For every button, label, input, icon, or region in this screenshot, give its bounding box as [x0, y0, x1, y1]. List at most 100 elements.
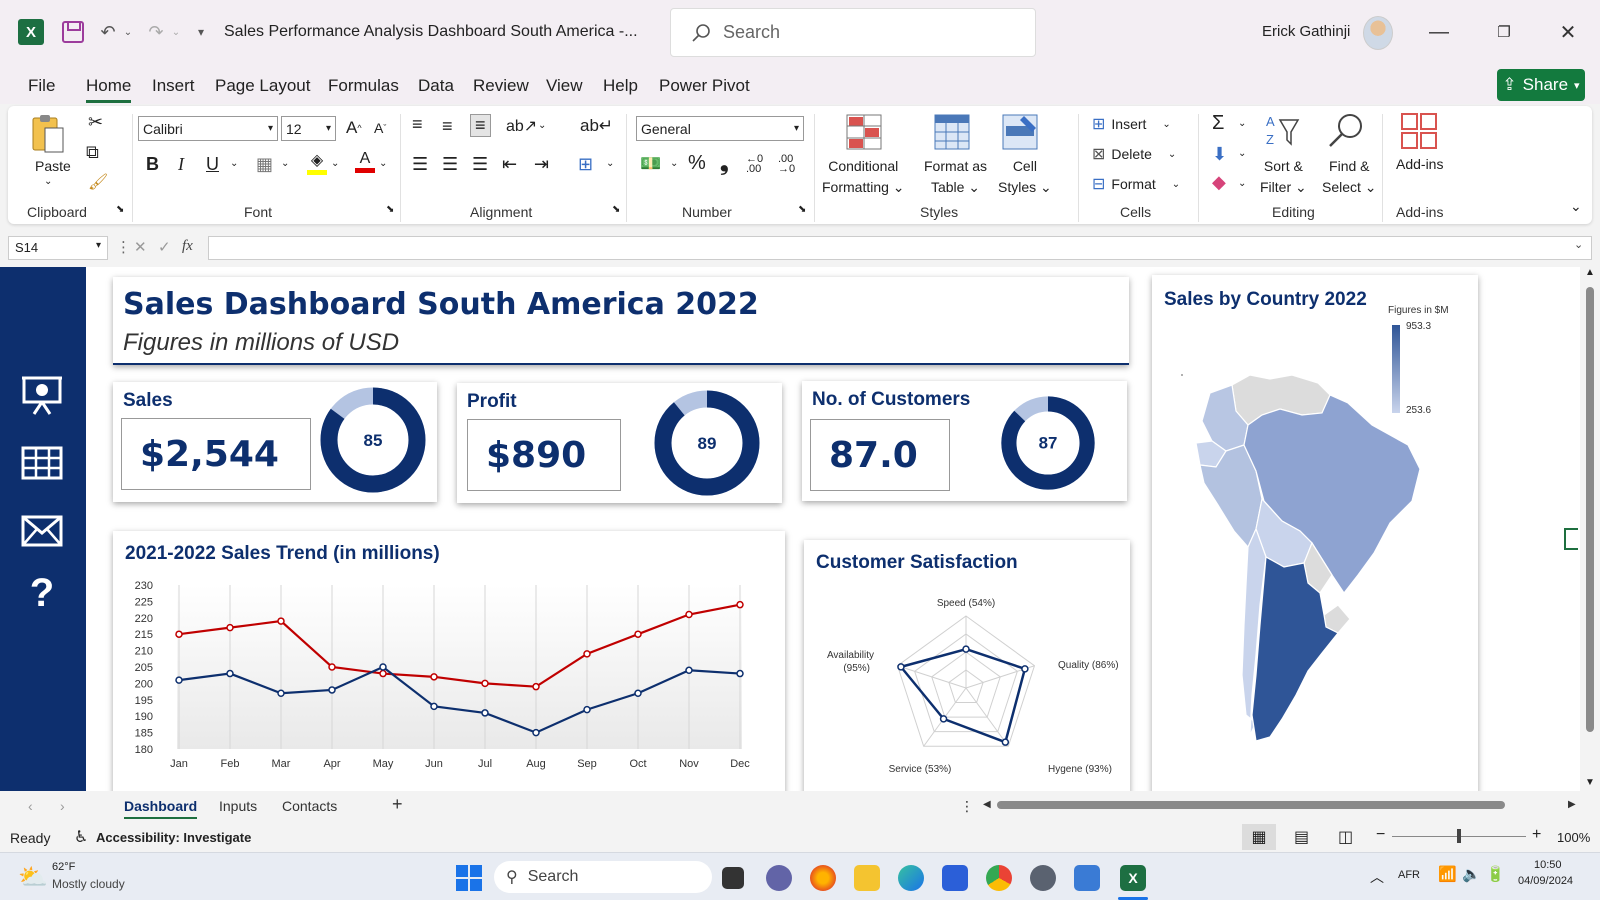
tab-file[interactable]: File	[28, 76, 55, 96]
user-name[interactable]: Erick Gathinji	[1262, 23, 1350, 40]
sort-filter-button[interactable]: Sort & Filter ⌄	[1260, 156, 1307, 198]
orientation-icon[interactable]: ab↗	[506, 116, 537, 136]
windows-start-icon[interactable]	[456, 865, 482, 891]
align-middle-icon[interactable]: ≡	[442, 116, 453, 137]
paste-dropdown-icon[interactable]: ⌄	[44, 176, 52, 187]
number-launcher-icon[interactable]: ⬊	[798, 204, 806, 215]
wifi-icon[interactable]: 📶	[1438, 865, 1457, 883]
photos-icon[interactable]	[1074, 865, 1100, 891]
zoom-slider-thumb[interactable]	[1457, 829, 1461, 843]
table-icon[interactable]	[20, 441, 64, 485]
avatar[interactable]	[1363, 16, 1393, 50]
tab-formulas[interactable]: Formulas	[328, 76, 399, 96]
clear-icon[interactable]: ◆	[1212, 172, 1226, 193]
wrap-text-icon[interactable]: ab↵	[580, 116, 613, 136]
help-icon[interactable]: ?	[20, 571, 64, 615]
borders-dropdown-icon[interactable]: ⌄	[281, 158, 289, 169]
sheet-tab-contacts[interactable]: Contacts	[282, 798, 337, 814]
decrease-indent-icon[interactable]: ⇤	[502, 154, 517, 175]
battery-icon[interactable]: 🔋	[1486, 865, 1505, 883]
find-select-button[interactable]: Find & Select ⌄	[1322, 156, 1377, 198]
ribbon-collapse-icon[interactable]: ⌄	[1570, 198, 1582, 215]
paste-label[interactable]: Paste	[35, 158, 71, 174]
increase-decimal-icon[interactable]: ←0.00	[746, 154, 763, 175]
tabs-more-icon[interactable]: ⋮	[960, 798, 974, 815]
title-search-box[interactable]: Search	[670, 8, 1036, 57]
minimize-icon[interactable]: —	[1424, 18, 1454, 46]
font-name-select[interactable]: Calibri ▾	[138, 116, 278, 141]
format-as-table-button[interactable]: Format as Table ⌄	[924, 156, 987, 198]
cut-icon[interactable]: ✂	[88, 112, 103, 133]
font-launcher-icon[interactable]: ⬊	[386, 204, 394, 215]
expand-formula-icon[interactable]: ⌄	[1574, 238, 1583, 251]
tab-review[interactable]: Review	[473, 76, 529, 96]
page-layout-view-icon[interactable]: ▤	[1294, 827, 1309, 847]
accessibility-status[interactable]: Accessibility: Investigate	[96, 830, 251, 845]
scroll-down-icon[interactable]: ▼	[1585, 777, 1595, 788]
font-color-dropdown-icon[interactable]: ⌄	[379, 158, 387, 169]
edge-icon[interactable]	[898, 865, 924, 891]
alignment-launcher-icon[interactable]: ⬊	[612, 204, 620, 215]
teams-chat-icon[interactable]	[766, 865, 792, 891]
scroll-up-icon[interactable]: ▲	[1585, 267, 1595, 278]
presentation-icon[interactable]	[20, 373, 64, 417]
add-ins-icon[interactable]	[1400, 112, 1437, 149]
add-sheet-icon[interactable]: +	[392, 794, 403, 815]
vertical-scrollbar[interactable]: ▲ ▼	[1580, 267, 1600, 791]
language-indicator[interactable]: AFR	[1398, 869, 1420, 881]
copy-icon[interactable]: ⧉	[86, 142, 99, 163]
find-select-icon[interactable]	[1326, 112, 1362, 148]
insert-function-icon[interactable]: fx	[182, 238, 193, 255]
delete-cells-button[interactable]: ⊠ Delete ⌄	[1092, 144, 1176, 164]
align-left-icon[interactable]: ☰	[412, 154, 428, 175]
add-ins-button[interactable]: Add-ins	[1396, 156, 1443, 172]
align-center-icon[interactable]: ☰	[442, 154, 458, 175]
vertical-scroll-thumb[interactable]	[1586, 287, 1594, 732]
underline-button[interactable]: U	[206, 154, 219, 175]
clock-time[interactable]: 10:50	[1534, 859, 1562, 871]
volume-icon[interactable]: 🔈	[1462, 865, 1481, 883]
task-view-icon[interactable]	[722, 867, 744, 889]
sheet-tab-inputs[interactable]: Inputs	[219, 798, 257, 814]
prev-sheet-icon[interactable]: ‹	[28, 798, 33, 814]
clipboard-launcher-icon[interactable]: ⬊	[116, 204, 124, 215]
settings-icon[interactable]	[1030, 865, 1056, 891]
tab-home[interactable]: Home	[86, 76, 132, 103]
fill-dropdown-icon[interactable]: ⌄	[1238, 148, 1246, 159]
share-button[interactable]: ⇪ Share ▾	[1497, 69, 1585, 101]
formula-input[interactable]	[208, 236, 1592, 260]
autosum-dropdown-icon[interactable]: ⌄	[1238, 118, 1246, 129]
conditional-formatting-button[interactable]: Conditional Formatting ⌄	[822, 156, 905, 198]
merge-dropdown-icon[interactable]: ⌄	[606, 158, 614, 169]
horizontal-scroll-thumb[interactable]	[997, 801, 1505, 809]
excel-taskbar-icon[interactable]: X	[1120, 865, 1146, 891]
tab-view[interactable]: View	[546, 76, 583, 96]
more-options-icon[interactable]: ⋮	[116, 238, 131, 256]
clock-date[interactable]: 04/09/2024	[1518, 875, 1573, 887]
customize-toolbar-icon[interactable]: ▾	[192, 18, 210, 46]
increase-font-icon[interactable]: A ^	[346, 118, 362, 138]
autosum-icon[interactable]: Σ	[1212, 112, 1224, 135]
accessibility-icon[interactable]: ♿	[74, 827, 88, 847]
tab-data[interactable]: Data	[418, 76, 454, 96]
tray-overflow-icon[interactable]: ︿	[1370, 867, 1384, 887]
scroll-left-icon[interactable]: ◀	[983, 799, 991, 810]
store-icon[interactable]	[942, 865, 968, 891]
align-bottom-icon[interactable]: ≡	[470, 114, 491, 137]
percent-style-button[interactable]: %	[688, 152, 706, 175]
normal-view-icon[interactable]: ▦	[1242, 824, 1276, 850]
conditional-formatting-icon[interactable]	[846, 114, 882, 150]
restore-icon[interactable]: ❐	[1489, 18, 1519, 46]
comma-style-button[interactable]: ❟	[720, 150, 729, 176]
cancel-formula-icon[interactable]: ✕	[134, 238, 147, 256]
scroll-right-icon[interactable]: ▶	[1568, 799, 1576, 810]
increase-indent-icon[interactable]: ⇥	[534, 154, 549, 175]
firefox-icon[interactable]	[810, 865, 836, 891]
format-painter-icon[interactable]: 🖌	[88, 172, 108, 192]
zoom-out-icon[interactable]: −	[1376, 826, 1385, 844]
italic-button[interactable]: I	[178, 154, 184, 175]
orientation-dropdown-icon[interactable]: ⌄	[538, 120, 546, 131]
cell-styles-icon[interactable]	[1002, 114, 1038, 150]
name-box[interactable]: S14 ▾	[8, 236, 108, 260]
align-right-icon[interactable]: ☰	[472, 154, 488, 175]
